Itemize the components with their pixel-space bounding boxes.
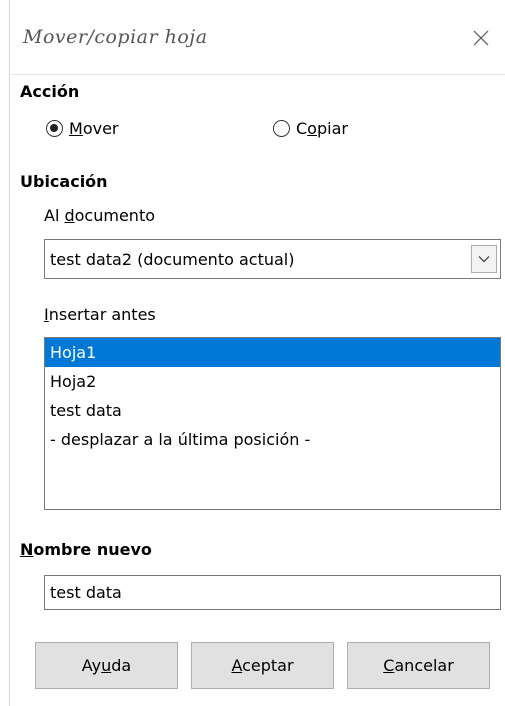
- help-button-label: Ayuda: [81, 656, 132, 675]
- document-select-dropdown-button[interactable]: [471, 245, 497, 273]
- list-item-hoja1[interactable]: Hoja1: [45, 338, 500, 367]
- document-label: Al documento: [44, 206, 155, 225]
- new-name-label: Nombre nuevo: [20, 540, 152, 559]
- move-radio[interactable]: Mover: [46, 119, 119, 138]
- accept-button-label: Aceptar: [231, 656, 294, 675]
- window-left-edge: [0, 0, 10, 706]
- copy-radio-indicator[interactable]: [273, 120, 290, 137]
- action-heading: Acción: [20, 82, 80, 101]
- list-item-move-to-end[interactable]: - desplazar a la última posición -: [45, 425, 500, 454]
- list-item-hoja2[interactable]: Hoja2: [45, 367, 500, 396]
- cancel-button[interactable]: Cancelar: [347, 642, 490, 689]
- list-item-test-data[interactable]: test data: [45, 396, 500, 425]
- document-select[interactable]: test data2 (documento actual): [44, 239, 501, 279]
- title-bar: Mover/copiar hoja: [11, 0, 505, 75]
- move-radio-label: Mover: [69, 119, 119, 138]
- chevron-down-icon: [478, 256, 490, 263]
- insert-before-label: Insertar antes: [44, 305, 156, 324]
- new-name-input[interactable]: test data: [44, 575, 501, 610]
- close-button[interactable]: [465, 22, 497, 54]
- move-copy-sheet-dialog: Mover/copiar hoja Acción Mover Copiar Ub…: [0, 0, 505, 706]
- close-icon: [473, 30, 489, 46]
- move-radio-indicator[interactable]: [46, 120, 63, 137]
- help-button[interactable]: Ayuda: [35, 642, 178, 689]
- document-select-value: test data2 (documento actual): [50, 250, 295, 269]
- copy-radio-label: Copiar: [296, 119, 348, 138]
- copy-radio[interactable]: Copiar: [273, 119, 348, 138]
- dialog-title: Mover/copiar hoja: [23, 26, 208, 48]
- cancel-button-label: Cancelar: [383, 656, 454, 675]
- insert-before-list[interactable]: Hoja1 Hoja2 test data - desplazar a la ú…: [44, 337, 501, 510]
- location-heading: Ubicación: [20, 172, 108, 191]
- accept-button[interactable]: Aceptar: [191, 642, 334, 689]
